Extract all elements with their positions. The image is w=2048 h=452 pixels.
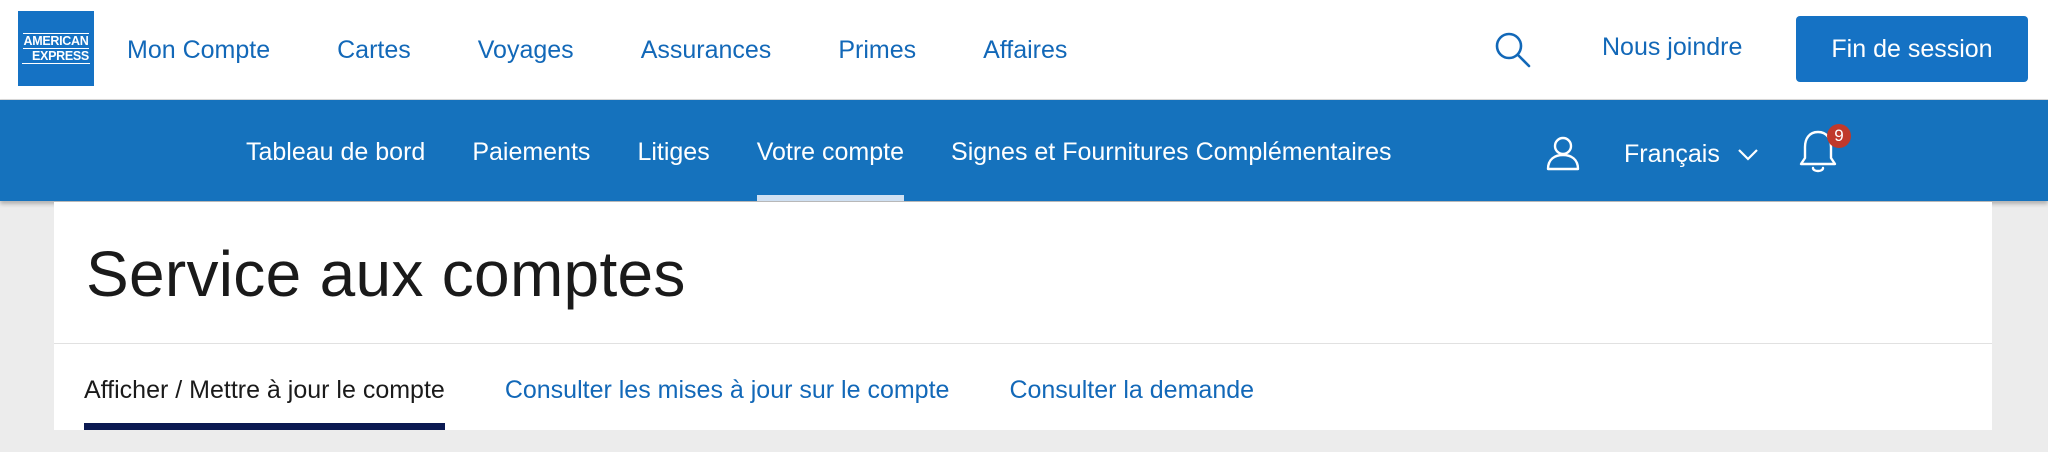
- sub-tab-paiements[interactable]: Paiements: [472, 100, 590, 201]
- profile-button[interactable]: [1545, 135, 1581, 171]
- search-button[interactable]: [1494, 31, 1532, 69]
- account-sub-nav: Tableau de bord Paiements Litiges Votre …: [0, 100, 2048, 201]
- user-icon: [1546, 136, 1580, 171]
- account-service-card: Service aux comptes Afficher / Mettre à …: [54, 202, 1992, 430]
- tab-consulter-demande[interactable]: Consulter la demande: [1009, 344, 1254, 430]
- sub-tab-litiges[interactable]: Litiges: [637, 100, 709, 201]
- language-label: Français: [1624, 140, 1720, 168]
- sub-tab-signes-fournitures[interactable]: Signes et Fournitures Complémentaires: [951, 100, 1391, 201]
- top-header: AMERICAN EXPRESS Mon Compte Cartes Voyag…: [0, 0, 2048, 100]
- logo-line2: EXPRESS: [22, 49, 90, 64]
- nav-primes[interactable]: Primes: [838, 36, 916, 65]
- nav-affaires[interactable]: Affaires: [983, 36, 1067, 65]
- sub-nav-tabs: Tableau de bord Paiements Litiges Votre …: [246, 100, 1439, 201]
- nav-cartes[interactable]: Cartes: [337, 36, 411, 65]
- logout-button[interactable]: Fin de session: [1796, 16, 2028, 82]
- nav-mon-compte[interactable]: Mon Compte: [127, 36, 270, 65]
- content-tabs: Afficher / Mettre à jour le compte Consu…: [84, 344, 1314, 430]
- sub-tab-tableau-de-bord[interactable]: Tableau de bord: [246, 100, 425, 201]
- search-icon: [1495, 32, 1531, 68]
- primary-nav: Mon Compte Cartes Voyages Assurances Pri…: [127, 0, 1134, 100]
- page-title: Service aux comptes: [86, 238, 686, 310]
- nav-voyages[interactable]: Voyages: [478, 36, 574, 65]
- logo-line1: AMERICAN: [22, 33, 90, 49]
- tab-consulter-mises-a-jour[interactable]: Consulter les mises à jour sur le compte: [505, 344, 950, 430]
- nav-assurances[interactable]: Assurances: [641, 36, 772, 65]
- contact-link[interactable]: Nous joindre: [1602, 33, 1742, 62]
- chevron-down-icon: [1738, 148, 1758, 161]
- language-selector[interactable]: Français: [1624, 140, 1758, 169]
- tab-afficher-mettre-a-jour[interactable]: Afficher / Mettre à jour le compte: [84, 344, 445, 430]
- american-express-logo[interactable]: AMERICAN EXPRESS: [18, 11, 94, 86]
- notification-count-badge: 9: [1827, 124, 1851, 148]
- sub-tab-votre-compte[interactable]: Votre compte: [756, 100, 905, 201]
